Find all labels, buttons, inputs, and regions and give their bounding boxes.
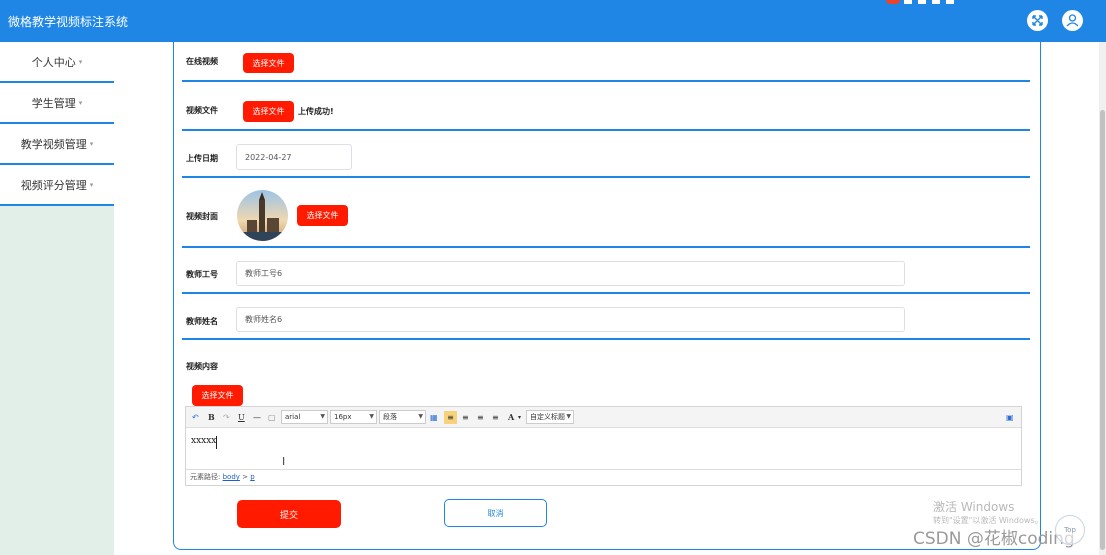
horizontal-rule-icon[interactable]: — [253, 411, 261, 424]
online-video-choose-file-button[interactable]: 选择文件 [243, 53, 294, 73]
divider [182, 176, 1030, 178]
divider [182, 246, 1030, 248]
chevron-down-icon: ▼ [320, 413, 325, 420]
custom-title-select[interactable]: 自定义标题 ▼ [526, 410, 574, 424]
align-center-icon[interactable]: ≡ [462, 411, 469, 424]
align-left-icon[interactable]: ≡ [444, 411, 457, 424]
windows-activation-title: 激活 Windows [933, 500, 1015, 514]
video-file-label: 视频文件 [186, 106, 218, 115]
text-caret [216, 436, 217, 449]
align-justify-icon[interactable]: ≡ [492, 411, 499, 424]
teacher-name-label: 教师姓名 [186, 317, 218, 326]
paragraph-value: 段落 [383, 413, 397, 421]
upload-date-value: 2022-04-27 [245, 152, 292, 162]
element-path-bar: 元素路径: body > p [186, 469, 1021, 485]
sidebar-item-label: 教学视频管理 [20, 137, 87, 151]
redo-icon[interactable]: ↷ [223, 411, 230, 424]
video-file-choose-file-button[interactable]: 选择文件 [243, 101, 294, 122]
divider [182, 338, 1030, 340]
fullscreen-icon[interactable] [1027, 10, 1048, 31]
font-size-value: 16px [334, 413, 352, 421]
custom-title-value: 自定义标题 [530, 413, 565, 421]
floating-toolbar-widget [884, 0, 984, 6]
align-right-icon[interactable]: ≡ [477, 411, 484, 424]
teacher-id-label: 教师工号 [186, 270, 218, 279]
top-header: 微格教学视频标注系统 [0, 0, 1106, 42]
font-family-select[interactable]: arial ▼ [281, 410, 328, 424]
table-icon[interactable]: ▦ [430, 411, 438, 424]
sidebar-item-teaching-video-management[interactable]: 教学视频管理 ▾ [0, 124, 114, 165]
chevron-down-icon: ▾ [89, 180, 94, 189]
back-to-top-button[interactable]: Top [1055, 515, 1085, 545]
bold-icon[interactable]: B [208, 411, 215, 424]
element-path-body-link[interactable]: body [223, 473, 240, 481]
teacher-name-input[interactable]: 教师姓名6 [236, 307, 905, 332]
cancel-button[interactable]: 取消 [444, 499, 547, 527]
chevron-down-icon[interactable]: ▾ [518, 411, 521, 424]
element-path-label: 元素路径: [190, 473, 221, 481]
sidebar-item-label: 个人中心 [31, 55, 76, 69]
teacher-name-value: 教师姓名6 [245, 315, 283, 324]
element-path-separator: > [242, 473, 249, 481]
app-title: 微格教学视频标注系统 [8, 15, 129, 29]
element-path-p-link[interactable]: p [250, 473, 254, 481]
scrollbar-thumb[interactable] [1100, 110, 1105, 550]
upload-date-label: 上传日期 [186, 154, 218, 163]
video-cover-label: 视频封面 [186, 212, 218, 221]
paragraph-select[interactable]: 段落 ▼ [379, 410, 426, 424]
video-cover-image [237, 190, 288, 241]
divider [182, 292, 1030, 294]
user-icon[interactable] [1062, 10, 1083, 31]
sidebar-item-personal-center[interactable]: 个人中心 ▾ [0, 42, 114, 83]
sidebar-item-label: 视频评分管理 [20, 178, 87, 192]
upload-date-input[interactable]: 2022-04-27 [236, 144, 352, 170]
font-size-select[interactable]: 16px ▼ [330, 410, 377, 424]
csdn-watermark: CSDN @花椒coding [913, 529, 1075, 549]
sidebar: 个人中心 ▾ 学生管理 ▾ 教学视频管理 ▾ 视频评分管理 ▾ [0, 42, 114, 555]
chevron-down-icon: ▾ [89, 139, 94, 148]
teacher-id-input[interactable]: 教师工号6 [236, 261, 905, 286]
chevron-down-icon: ▾ [78, 98, 83, 107]
submit-button[interactable]: 提交 [237, 500, 341, 528]
editor-toolbar: ↶ B ↷ U — ▢ arial ▼ 16px ▼ 段落 ▼ ▦ ≡ ≡ ≡ … [186, 407, 1021, 428]
divider [182, 80, 1030, 82]
sidebar-item-video-score-management[interactable]: 视频评分管理 ▾ [0, 165, 114, 206]
fullscreen-editor-icon[interactable]: ▣ [1006, 411, 1014, 424]
cover-choose-file-button[interactable]: 选择文件 [297, 205, 348, 226]
underline-icon[interactable]: U [238, 411, 245, 424]
divider [182, 129, 1030, 131]
font-family-value: arial [285, 413, 301, 421]
content-choose-file-button[interactable]: 选择文件 [192, 385, 243, 406]
sidebar-item-label: 学生管理 [31, 96, 76, 110]
video-content-label: 视频内容 [186, 362, 218, 371]
chevron-down-icon: ▼ [418, 413, 423, 420]
editor-content-text[interactable]: xxxxx [191, 436, 216, 446]
undo-icon[interactable]: ↶ [192, 411, 199, 424]
clear-format-icon[interactable]: ▢ [268, 411, 276, 424]
upload-status-text: 上传成功! [298, 107, 334, 116]
font-color-icon[interactable]: A [508, 411, 514, 424]
chevron-down-icon: ▾ [78, 57, 83, 66]
chevron-down-icon: ▼ [369, 413, 374, 420]
chevron-down-icon: ▼ [566, 413, 571, 420]
rich-text-editor: ↶ B ↷ U — ▢ arial ▼ 16px ▼ 段落 ▼ ▦ ≡ ≡ ≡ … [185, 406, 1022, 486]
online-video-label: 在线视频 [186, 57, 218, 66]
teacher-id-value: 教师工号6 [245, 269, 283, 278]
ibeam-cursor-icon: I [282, 455, 286, 468]
back-to-top-label: Top [1064, 526, 1076, 534]
sidebar-item-student-management[interactable]: 学生管理 ▾ [0, 83, 114, 124]
